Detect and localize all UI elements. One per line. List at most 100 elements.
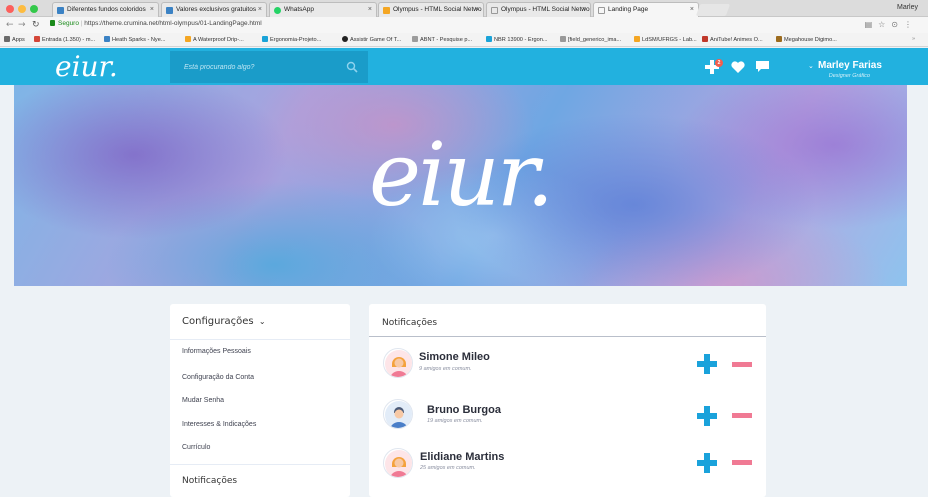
accept-request-button[interactable] <box>697 354 717 374</box>
settings-item-personal-info[interactable]: Informações Pessoais <box>182 348 251 355</box>
notifications-panel: Notificações Simone Mileo 9 amigos em co… <box>369 304 766 497</box>
notification-badge: 2 <box>715 59 723 67</box>
notification-row: Elidiane Martins 25 amigos em comum. <box>369 445 766 493</box>
bookmark[interactable]: NBR 13900 - Ergon... <box>486 36 547 43</box>
more-bookmarks-icon[interactable]: » <box>912 36 915 42</box>
bookmark[interactable]: Assistir Game Of T... <box>342 36 401 43</box>
document-icon <box>491 7 498 14</box>
avatar[interactable] <box>383 348 413 378</box>
bookmark[interactable]: Heath Sparks - Nye... <box>104 36 165 43</box>
search-icon[interactable] <box>346 61 358 73</box>
forward-icon[interactable]: → <box>18 20 26 30</box>
close-window-icon[interactable] <box>6 5 14 13</box>
settings-item-change-password[interactable]: Mudar Senha <box>182 397 224 404</box>
notification-row: Simone Mileo 9 amigos em comum. <box>369 348 766 396</box>
tab-favicon-icon <box>166 7 173 14</box>
heart-icon[interactable] <box>731 61 745 73</box>
reload-icon[interactable]: ↻ <box>32 20 40 30</box>
search-input[interactable] <box>170 51 340 83</box>
url-field[interactable]: Seguro | https://theme.crumina.net/html-… <box>50 20 262 27</box>
bookmark[interactable]: Entrada (1.350) - m... <box>34 36 95 43</box>
secure-label: Seguro <box>58 20 79 27</box>
tab-favicon-icon <box>383 7 390 14</box>
tab-label: Landing Page <box>608 6 649 13</box>
chevron-down-icon: ⌄ <box>258 317 266 326</box>
close-tab-icon[interactable]: × <box>150 6 154 13</box>
tab-label: Valores exclusivos gratuitos <box>176 6 257 13</box>
browser-tab[interactable]: Diferentes fundos coloridos × <box>52 2 159 17</box>
gmail-icon <box>34 36 40 42</box>
bookmark[interactable]: [field_generico_ima... <box>560 36 621 43</box>
new-tab-button[interactable] <box>695 4 731 16</box>
divider <box>170 464 350 465</box>
lock-icon <box>50 20 55 26</box>
site-logo[interactable]: eiur. <box>55 50 118 83</box>
bookmark[interactable]: AniTube! Animes O... <box>702 36 763 43</box>
address-bar-actions[interactable]: ▤☆⊙⋮ <box>865 20 918 29</box>
browser-profile-name[interactable]: Marley <box>897 4 918 11</box>
tab-label: WhatsApp <box>284 6 314 13</box>
friend-name[interactable]: Elidiane Martins <box>420 451 504 463</box>
settings-item-account[interactable]: Configuração da Conta <box>182 374 254 381</box>
bookmark[interactable]: A Waterproof Drip-... <box>185 36 244 43</box>
browser-tab[interactable]: Valores exclusivos gratuitos × <box>161 2 267 17</box>
female-avatar-icon <box>385 450 412 477</box>
friend-name[interactable]: Simone Mileo <box>419 351 490 363</box>
url-text: https://theme.crumina.net/html-olympus/0… <box>84 20 262 27</box>
close-tab-icon[interactable]: × <box>475 6 479 13</box>
mutual-friends: 9 amigos em comum. <box>419 366 472 372</box>
bookmark-icon <box>702 36 708 42</box>
browser-tab-active[interactable]: Landing Page × <box>593 2 699 17</box>
browser-tab[interactable]: Olympus - HTML Social Netwo × <box>486 2 591 17</box>
divider <box>369 336 766 337</box>
chevron-down-icon: ⌄ <box>808 62 814 70</box>
divider <box>170 339 350 340</box>
decline-request-button[interactable] <box>732 460 752 465</box>
accept-request-button[interactable] <box>697 406 717 426</box>
bookmark-icon <box>412 36 418 42</box>
bookmark-icon <box>486 36 492 42</box>
friend-name[interactable]: Bruno Burgoa <box>427 404 501 416</box>
bookmark[interactable]: ABNT - Pesquise p... <box>412 36 472 43</box>
settings-dropdown[interactable]: Configurações ⌄ <box>182 316 266 327</box>
decline-request-button[interactable] <box>732 413 752 418</box>
minimize-window-icon[interactable] <box>18 5 26 13</box>
bookmark[interactable]: LdSM/UFRGS - Lab... <box>634 36 697 43</box>
settings-sidebar: Configurações ⌄ Informações Pessoais Con… <box>170 304 350 497</box>
close-tab-icon[interactable]: × <box>582 6 586 13</box>
bookmark-icon <box>776 36 782 42</box>
avatar[interactable] <box>383 399 413 429</box>
bookmark-icon <box>104 36 110 42</box>
accept-request-button[interactable] <box>697 453 717 473</box>
apps-icon <box>4 36 10 42</box>
bookmark[interactable]: Ergonomia-Projeto... <box>262 36 321 43</box>
hero-logo: eiur. <box>369 123 554 226</box>
browser-tab[interactable]: Olympus - HTML Social Netwo × <box>378 2 484 17</box>
bookmark-icon <box>185 36 191 42</box>
bookmark[interactable]: Megahouse Digimo... <box>776 36 837 43</box>
settings-section-notifications[interactable]: Notificações <box>182 476 237 486</box>
document-icon <box>598 7 605 14</box>
tab-favicon-icon <box>57 7 64 14</box>
close-tab-icon[interactable]: × <box>368 6 372 13</box>
browser-tab[interactable]: WhatsApp × <box>269 2 377 17</box>
tab-label: Diferentes fundos coloridos <box>67 6 146 13</box>
search-bar <box>170 51 368 83</box>
close-tab-icon[interactable]: × <box>690 6 694 13</box>
close-tab-icon[interactable]: × <box>258 6 262 13</box>
hero-banner: eiur. <box>14 85 907 286</box>
settings-item-interests[interactable]: Interesses & Indicações <box>182 421 256 428</box>
messages-icon[interactable] <box>756 61 769 73</box>
bookmark-apps[interactable]: Apps <box>4 36 25 43</box>
settings-title: Configurações <box>182 316 254 327</box>
browser-tab-bar: Diferentes fundos coloridos × Valores exc… <box>0 0 928 17</box>
avatar[interactable] <box>383 448 413 478</box>
mutual-friends: 19 amigos em comum. <box>427 418 483 424</box>
mutual-friends: 25 amigos em comum. <box>420 465 476 471</box>
back-icon[interactable]: ← <box>6 20 14 30</box>
address-bar: ← → ↻ Seguro | https://theme.crumina.net… <box>0 17 928 33</box>
user-role: Designer Gráfico <box>828 73 870 79</box>
maximize-window-icon[interactable] <box>30 5 38 13</box>
decline-request-button[interactable] <box>732 362 752 367</box>
settings-item-resume[interactable]: Currículo <box>182 444 210 451</box>
